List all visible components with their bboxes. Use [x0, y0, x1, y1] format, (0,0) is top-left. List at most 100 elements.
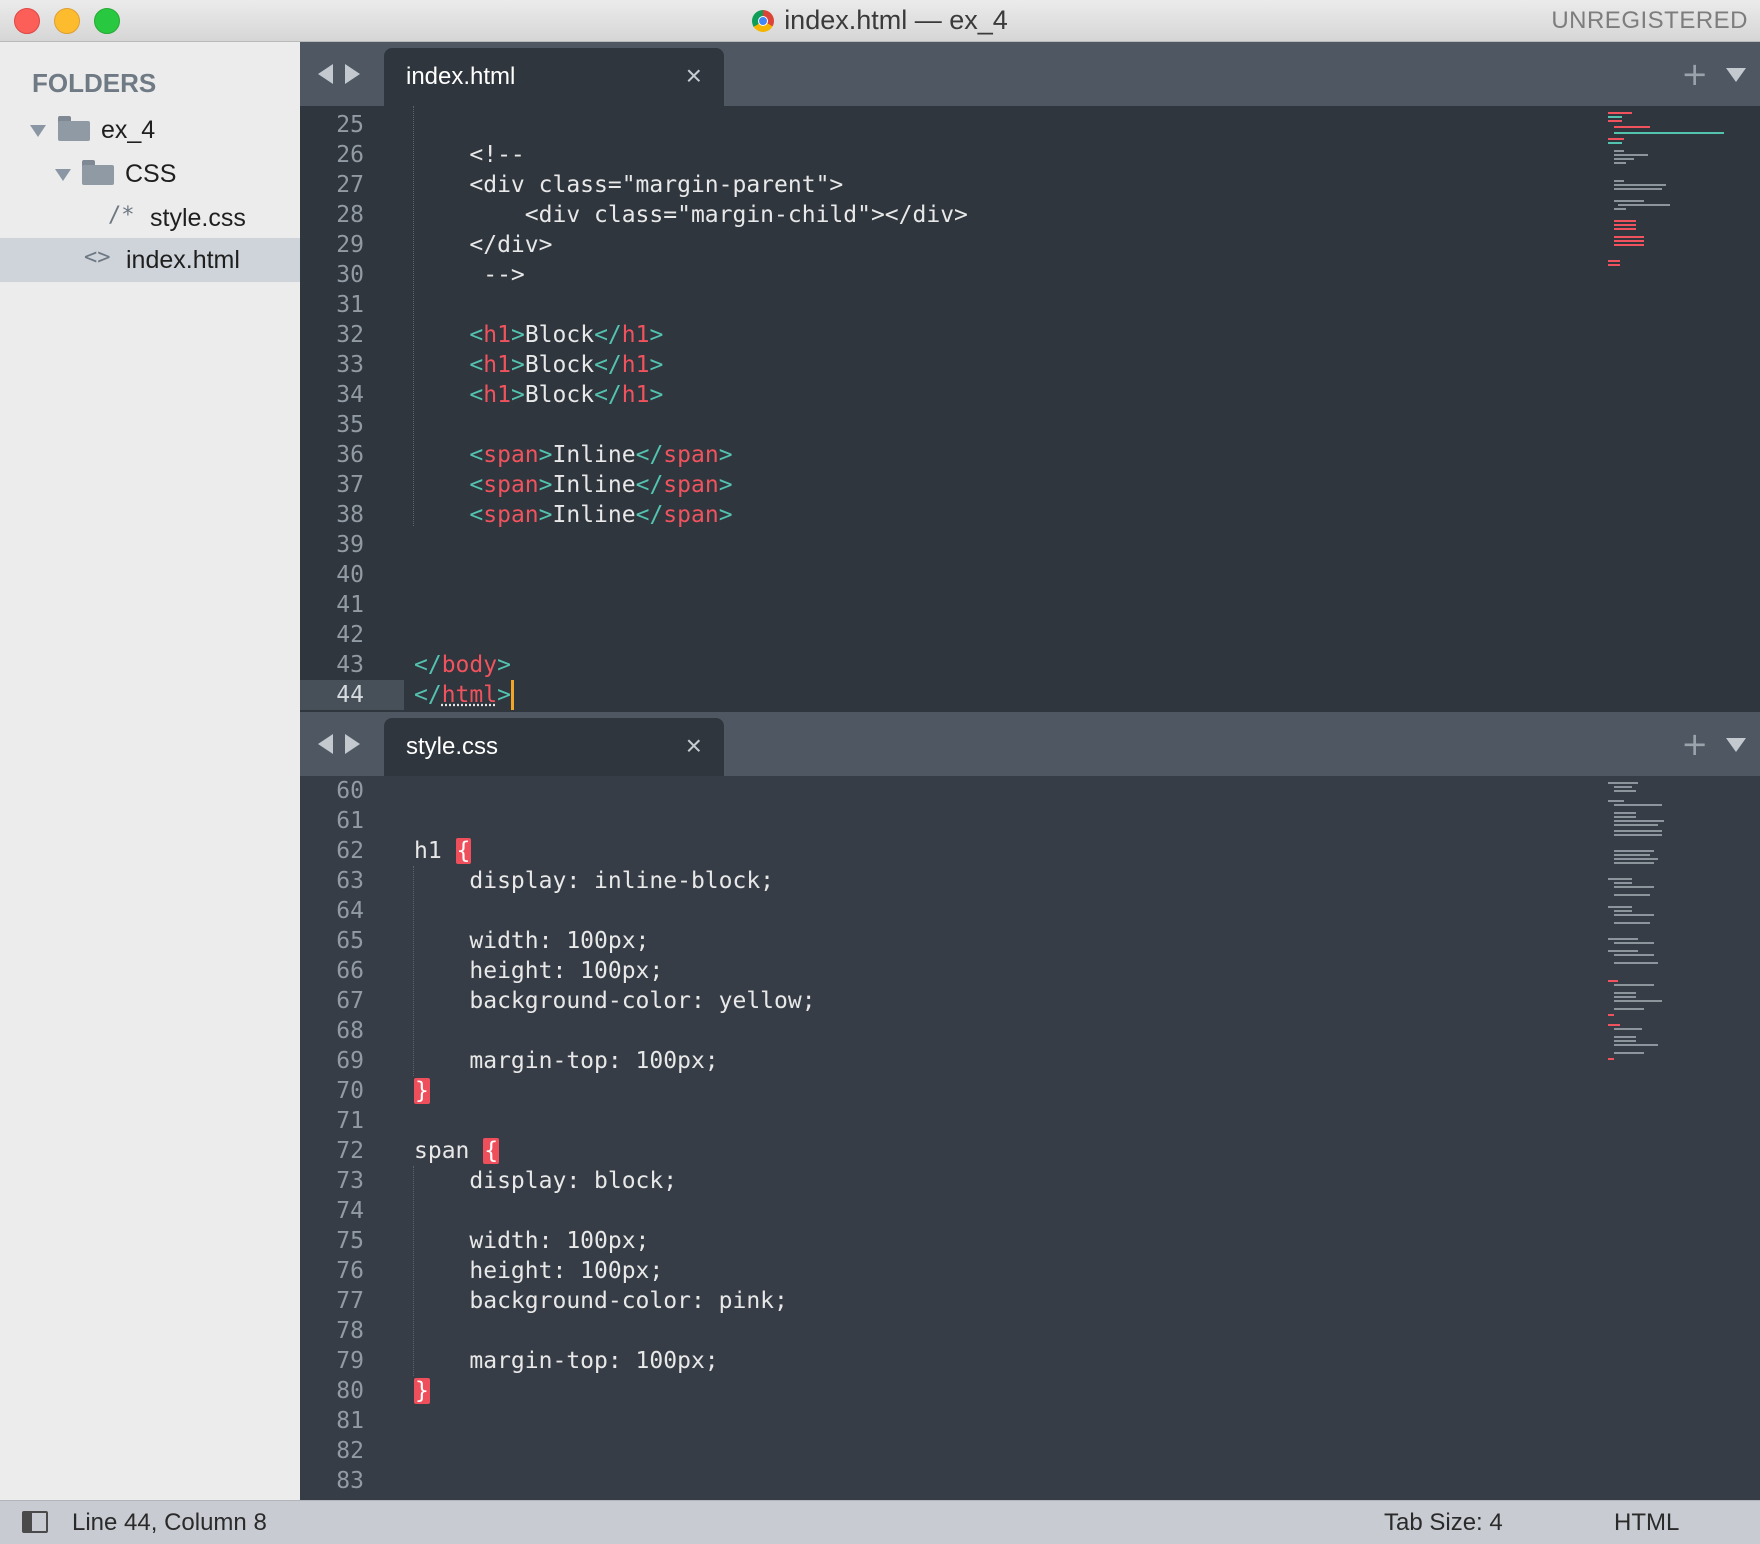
code-text: display: inline-block;	[414, 866, 774, 896]
line-number: 62	[336, 838, 364, 864]
tab-size-selector[interactable]: Tab Size: 4	[1384, 1509, 1503, 1537]
tab-style-css[interactable]: style.css ×	[384, 718, 724, 776]
code-token: >	[510, 352, 525, 378]
code-line[interactable]: 37 <span>Inline</span>	[300, 470, 1760, 500]
code-line[interactable]: 69 margin-top: 100px;	[300, 1046, 1760, 1076]
code-line[interactable]: 26 <!--	[300, 140, 1760, 170]
code-token: </	[635, 442, 664, 468]
code-line[interactable]: 78	[300, 1316, 1760, 1346]
tab-nav-arrows[interactable]	[318, 62, 368, 86]
tree-item-style-css[interactable]: /* style.css	[0, 196, 300, 240]
code-line[interactable]: 81	[300, 1406, 1760, 1436]
line-number: 65	[336, 928, 364, 954]
line-number: 27	[336, 172, 364, 198]
code-line[interactable]: 76 height: 100px;	[300, 1256, 1760, 1286]
arrow-right-icon[interactable]	[345, 64, 360, 84]
tab-bar: style.css × +	[300, 712, 1760, 776]
code-line[interactable]: 79 margin-top: 100px;	[300, 1346, 1760, 1376]
code-token: >	[718, 472, 733, 498]
code-line[interactable]: 61	[300, 806, 1760, 836]
tab-label: index.html	[406, 63, 516, 90]
toggle-sidebar-icon[interactable]	[22, 1511, 48, 1533]
code-token: </	[414, 682, 442, 708]
code-line[interactable]: 35	[300, 410, 1760, 440]
code-line[interactable]: 74	[300, 1196, 1760, 1226]
tree-item-ex4-folder[interactable]: ex_4	[0, 108, 300, 152]
code-line[interactable]: 28 <div class="margin-child"></div>	[300, 200, 1760, 230]
line-number: 75	[336, 1228, 364, 1254]
code-line[interactable]: 34 <h1>Block</h1>	[300, 380, 1760, 410]
code-line[interactable]: 25	[300, 110, 1760, 140]
line-number: 67	[336, 988, 364, 1014]
line-number: 33	[336, 352, 364, 378]
code-line[interactable]: 77 background-color: pink;	[300, 1286, 1760, 1316]
tree-item-css-folder[interactable]: CSS	[0, 152, 300, 196]
css-file-icon: /*	[108, 203, 135, 228]
tree-item-label: index.html	[126, 246, 240, 274]
code-text: <span>Inline</span>	[414, 440, 732, 470]
code-token: >	[538, 472, 553, 498]
code-editor[interactable]: 25 26 <!-- 27 <div class="margin-parent"> 2…	[300, 106, 1760, 712]
code-line[interactable]: 29 </div>	[300, 230, 1760, 260]
code-line[interactable]: 36 <span>Inline</span>	[300, 440, 1760, 470]
code-line[interactable]: 65 width: 100px;	[300, 926, 1760, 956]
tab-menu-chevron-down-icon[interactable]	[1726, 68, 1746, 82]
code-line[interactable]: 82	[300, 1436, 1760, 1466]
code-line[interactable]: 33 <h1>Block</h1>	[300, 350, 1760, 380]
disclosure-triangle-icon[interactable]	[55, 169, 71, 181]
tab-index-html[interactable]: index.html ×	[384, 48, 724, 106]
tab-nav-arrows[interactable]	[318, 732, 368, 756]
arrow-left-icon[interactable]	[318, 734, 333, 754]
html-file-icon: <>	[84, 245, 111, 270]
code-line[interactable]: 60	[300, 776, 1760, 806]
code-line[interactable]: 30 -->	[300, 260, 1760, 290]
code-token: background-color: pink;	[414, 1288, 788, 1314]
code-line[interactable]: 71	[300, 1106, 1760, 1136]
code-line[interactable]: 67 background-color: yellow;	[300, 986, 1760, 1016]
tab-menu-chevron-down-icon[interactable]	[1726, 738, 1746, 752]
code-line[interactable]: 68	[300, 1016, 1760, 1046]
code-token: <	[469, 442, 484, 468]
code-token: h1	[621, 322, 650, 348]
code-line[interactable]: 73 display: block;	[300, 1166, 1760, 1196]
code-line[interactable]: 62 h1 {	[300, 836, 1760, 866]
code-line[interactable]: 83	[300, 1466, 1760, 1496]
code-line[interactable]: 31	[300, 290, 1760, 320]
code-line[interactable]: 38 <span>Inline</span>	[300, 500, 1760, 530]
code-token: >	[649, 352, 664, 378]
code-line[interactable]: 80}	[300, 1376, 1760, 1406]
code-line[interactable]: 66 height: 100px;	[300, 956, 1760, 986]
syntax-selector[interactable]: HTML	[1614, 1509, 1679, 1537]
code-line[interactable]: 41	[300, 590, 1760, 620]
tab-bar: index.html × +	[300, 42, 1760, 106]
new-tab-plus-icon[interactable]: +	[1681, 55, 1708, 93]
code-line[interactable]: 72 span {	[300, 1136, 1760, 1166]
arrow-left-icon[interactable]	[318, 64, 333, 84]
new-tab-plus-icon[interactable]: +	[1681, 725, 1708, 763]
window-title: index.html — ex_4	[784, 5, 1008, 35]
code-token: </	[414, 652, 442, 678]
code-line[interactable]: 32 <h1>Block</h1>	[300, 320, 1760, 350]
code-line[interactable]: 42	[300, 620, 1760, 650]
code-text: <div class="margin-parent">	[414, 170, 843, 200]
code-line[interactable]: 75 width: 100px;	[300, 1226, 1760, 1256]
line-number: 43	[336, 652, 364, 678]
tree-item-index-html[interactable]: <> index.html	[0, 238, 300, 282]
folder-open-icon	[82, 160, 114, 186]
code-editor[interactable]: 60 61 62 h1 {63 display: inline-block; 64 65 …	[300, 776, 1760, 1500]
code-line[interactable]: 63 display: inline-block;	[300, 866, 1760, 896]
code-line[interactable]: 39	[300, 530, 1760, 560]
line-number: 30	[336, 262, 364, 288]
arrow-right-icon[interactable]	[345, 734, 360, 754]
code-line[interactable]: 43 </body>	[300, 650, 1760, 680]
code-line[interactable]: 40	[300, 560, 1760, 590]
code-token: >	[718, 502, 733, 528]
close-tab-icon[interactable]: ×	[686, 730, 702, 762]
code-line[interactable]: 27 <div class="margin-parent">	[300, 170, 1760, 200]
code-line[interactable]: 70}	[300, 1076, 1760, 1106]
code-line[interactable]: 64	[300, 896, 1760, 926]
code-token: >	[538, 442, 553, 468]
disclosure-triangle-icon[interactable]	[30, 125, 46, 137]
code-line[interactable]: 44 </html>	[300, 680, 1760, 710]
close-tab-icon[interactable]: ×	[686, 60, 702, 92]
